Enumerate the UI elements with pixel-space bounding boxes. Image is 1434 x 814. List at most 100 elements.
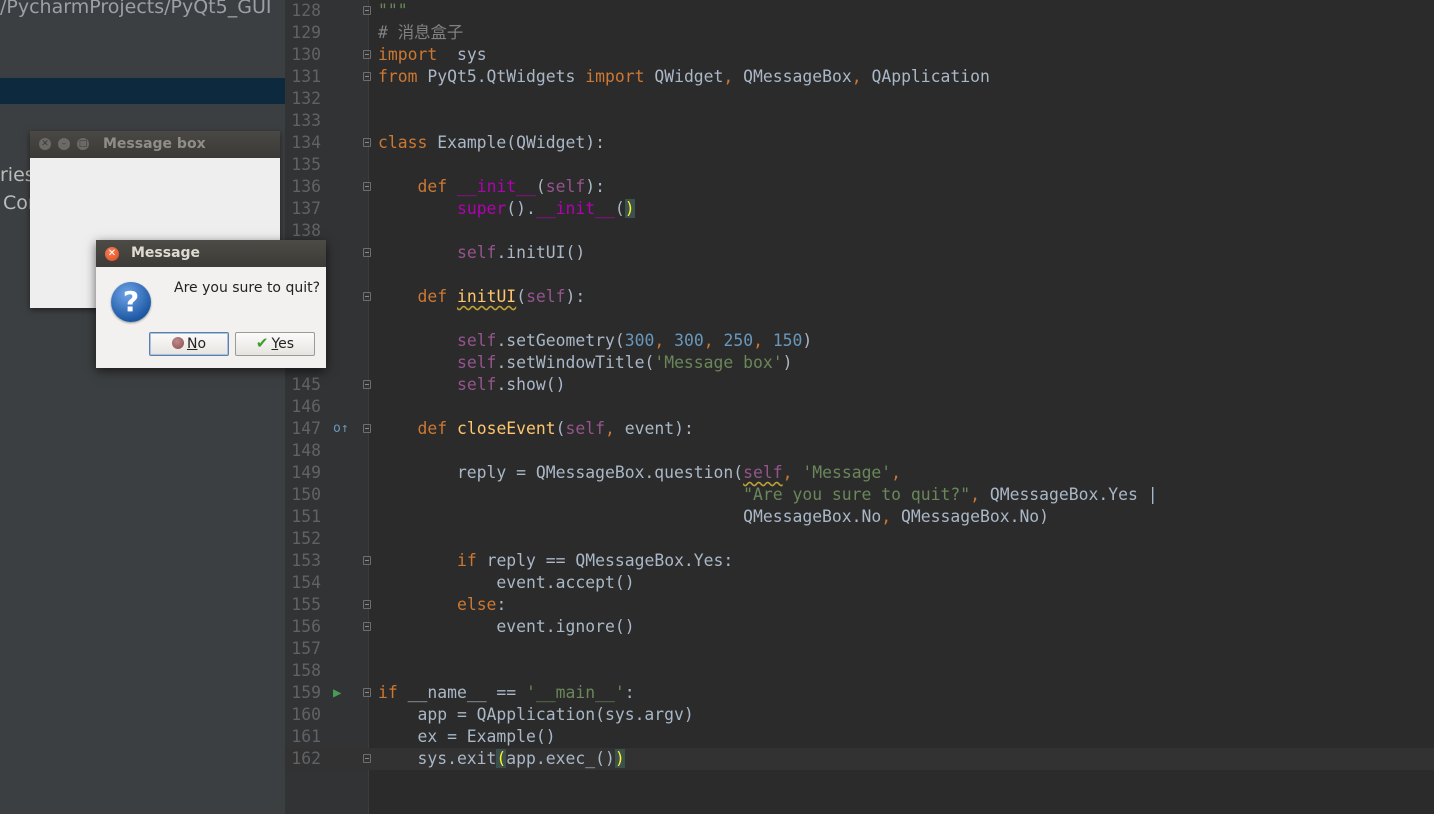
- line-number[interactable]: 150: [285, 484, 321, 506]
- code-text[interactable]: def __init__(self):: [378, 176, 605, 198]
- code-text[interactable]: sys.exit(app.exec_()): [378, 748, 625, 770]
- code-text[interactable]: self.show(): [378, 374, 566, 396]
- fold-icon[interactable]: [363, 622, 371, 631]
- line-number[interactable]: 155: [285, 594, 321, 616]
- line-number[interactable]: 158: [285, 660, 321, 682]
- code-text[interactable]: else:: [378, 594, 506, 616]
- line-number[interactable]: 159: [285, 682, 321, 704]
- code-line[interactable]: 147 o↑ def closeEvent(self, event):: [285, 418, 1434, 440]
- code-line[interactable]: 141 def initUI(self):: [285, 286, 1434, 308]
- line-number[interactable]: 151: [285, 506, 321, 528]
- code-line[interactable]: 161 ex = Example(): [285, 726, 1434, 748]
- code-text[interactable]: self.initUI(): [378, 242, 585, 264]
- line-number[interactable]: 130: [285, 44, 321, 66]
- line-number[interactable]: 162: [285, 748, 321, 770]
- code-text[interactable]: app = QApplication(sys.argv): [378, 704, 693, 726]
- code-text[interactable]: event.accept(): [378, 572, 634, 594]
- line-number[interactable]: 137: [285, 198, 321, 220]
- code-editor[interactable]: 128 """ 129 # 消息盒子 130 import sys 131 from PyQt…: [285, 0, 1434, 814]
- code-line[interactable]: 152: [285, 528, 1434, 550]
- line-number[interactable]: 138: [285, 220, 321, 242]
- line-number[interactable]: 128: [285, 0, 321, 22]
- code-text[interactable]: "Are you sure to quit?", QMessageBox.Yes…: [378, 484, 1157, 506]
- yes-button[interactable]: ✔ Yes: [235, 332, 315, 356]
- code-line[interactable]: 146: [285, 396, 1434, 418]
- code-text[interactable]: def closeEvent(self, event):: [378, 418, 693, 440]
- code-area[interactable]: 128 """ 129 # 消息盒子 130 import sys 131 from PyQt…: [285, 0, 1434, 770]
- code-line[interactable]: 132: [285, 88, 1434, 110]
- code-line[interactable]: 143 self.setGeometry(300, 300, 250, 150): [285, 330, 1434, 352]
- line-number[interactable]: 147: [285, 418, 321, 440]
- fold-icon[interactable]: [363, 424, 371, 433]
- run-icon[interactable]: ▶: [333, 682, 341, 704]
- code-text[interactable]: ex = Example(): [378, 726, 555, 748]
- line-number[interactable]: 157: [285, 638, 321, 660]
- no-button[interactable]: No: [149, 332, 229, 356]
- code-text[interactable]: event.ignore(): [378, 616, 634, 638]
- line-number[interactable]: 129: [285, 22, 321, 44]
- code-text[interactable]: def initUI(self):: [378, 286, 585, 308]
- code-line[interactable]: 131 from PyQt5.QtWidgets import QWidget, …: [285, 66, 1434, 88]
- code-text[interactable]: """: [378, 0, 408, 22]
- fold-icon[interactable]: [363, 688, 371, 697]
- code-text[interactable]: reply = QMessageBox.question(self, 'Mess…: [378, 462, 901, 484]
- fold-icon[interactable]: [363, 600, 371, 609]
- minimize-icon[interactable]: –: [58, 138, 70, 150]
- code-line[interactable]: 130 import sys: [285, 44, 1434, 66]
- code-line[interactable]: 149 reply = QMessageBox.question(self, '…: [285, 462, 1434, 484]
- code-text[interactable]: import sys: [378, 44, 487, 66]
- line-number[interactable]: 148: [285, 440, 321, 462]
- code-line[interactable]: 151 QMessageBox.No, QMessageBox.No): [285, 506, 1434, 528]
- code-line[interactable]: 139 self.initUI(): [285, 242, 1434, 264]
- code-line[interactable]: 148: [285, 440, 1434, 462]
- fold-icon[interactable]: [363, 556, 371, 565]
- fold-icon[interactable]: [363, 50, 371, 59]
- code-text[interactable]: if reply == QMessageBox.Yes:: [378, 550, 733, 572]
- project-tree-selected-row[interactable]: [0, 78, 285, 104]
- maximize-icon[interactable]: □: [77, 138, 89, 150]
- code-line[interactable]: 136 def __init__(self):: [285, 176, 1434, 198]
- line-number[interactable]: 133: [285, 110, 321, 132]
- code-line[interactable]: 137 super().__init__(): [285, 198, 1434, 220]
- code-text[interactable]: # 消息盒子: [378, 22, 463, 44]
- line-number[interactable]: 134: [285, 132, 321, 154]
- close-icon[interactable]: ✕: [39, 138, 51, 150]
- code-line[interactable]: 154 event.accept(): [285, 572, 1434, 594]
- line-number[interactable]: 146: [285, 396, 321, 418]
- fold-icon[interactable]: [363, 380, 371, 389]
- line-number[interactable]: 135: [285, 154, 321, 176]
- code-line[interactable]: 142: [285, 308, 1434, 330]
- code-text[interactable]: super().__init__(): [378, 198, 635, 220]
- dialog-titlebar[interactable]: ✕ Message: [96, 240, 326, 267]
- code-line[interactable]: 133: [285, 110, 1434, 132]
- fold-icon[interactable]: [363, 72, 371, 81]
- line-number[interactable]: 152: [285, 528, 321, 550]
- line-number[interactable]: 132: [285, 88, 321, 110]
- code-line[interactable]: 135: [285, 154, 1434, 176]
- fold-icon[interactable]: [363, 182, 371, 191]
- code-line[interactable]: 153 if reply == QMessageBox.Yes:: [285, 550, 1434, 572]
- code-text[interactable]: class Example(QWidget):: [378, 132, 605, 154]
- code-line[interactable]: 150 "Are you sure to quit?", QMessageBox…: [285, 484, 1434, 506]
- code-line[interactable]: 138: [285, 220, 1434, 242]
- code-line[interactable]: 160 app = QApplication(sys.argv): [285, 704, 1434, 726]
- code-line[interactable]: 157: [285, 638, 1434, 660]
- code-line[interactable]: 155 else:: [285, 594, 1434, 616]
- line-number[interactable]: 160: [285, 704, 321, 726]
- code-line[interactable]: 134 class Example(QWidget):: [285, 132, 1434, 154]
- line-number[interactable]: 161: [285, 726, 321, 748]
- line-number[interactable]: 145: [285, 374, 321, 396]
- code-line[interactable]: 162 sys.exit(app.exec_()): [285, 748, 1434, 770]
- fold-icon[interactable]: [363, 6, 371, 15]
- code-line[interactable]: 159 ▶ if __name__ == '__main__':: [285, 682, 1434, 704]
- fold-icon[interactable]: [363, 292, 371, 301]
- fold-icon[interactable]: [363, 754, 371, 763]
- code-text[interactable]: self.setGeometry(300, 300, 250, 150): [378, 330, 812, 352]
- window-titlebar[interactable]: ✕ – □ Message box: [30, 131, 280, 158]
- code-text[interactable]: self.setWindowTitle('Message box'): [378, 352, 793, 374]
- code-line[interactable]: 144 self.setWindowTitle('Message box'): [285, 352, 1434, 374]
- code-line[interactable]: 129 # 消息盒子: [285, 22, 1434, 44]
- line-number[interactable]: 136: [285, 176, 321, 198]
- code-line[interactable]: 145 self.show(): [285, 374, 1434, 396]
- fold-icon[interactable]: [363, 248, 371, 257]
